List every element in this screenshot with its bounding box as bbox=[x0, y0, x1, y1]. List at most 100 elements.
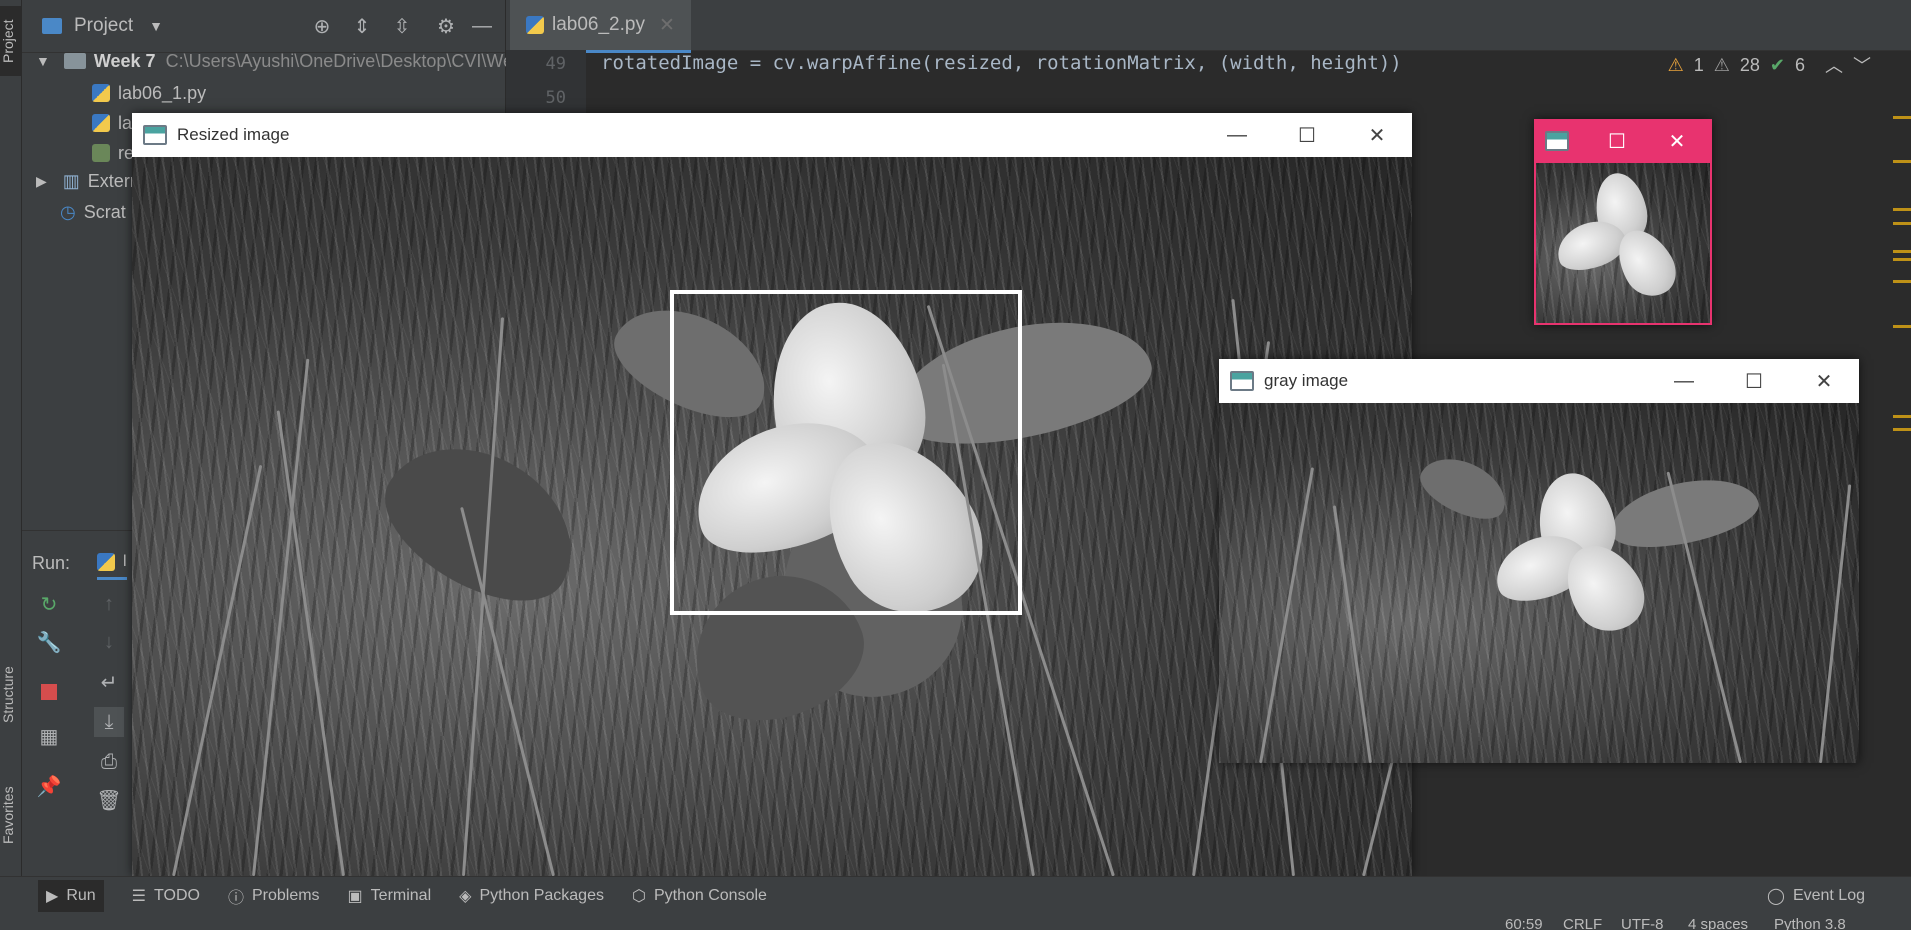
close-button[interactable]: ✕ bbox=[1642, 119, 1712, 163]
info-icon: ⓘ bbox=[227, 890, 244, 907]
pin-icon[interactable]: 📌 bbox=[34, 771, 64, 801]
event-log-label: Event Log bbox=[1792, 887, 1865, 904]
minimize-button[interactable]: — bbox=[1649, 359, 1719, 403]
chevron-up-icon[interactable]: ︿ bbox=[1825, 52, 1843, 78]
folder-icon bbox=[63, 53, 86, 69]
hide-icon[interactable]: — bbox=[469, 13, 495, 39]
python-file-icon bbox=[92, 84, 110, 102]
favorites-tool-tab[interactable]: Favorites bbox=[0, 770, 21, 860]
file-name: lab06_1.py bbox=[118, 82, 207, 103]
collapse-all-icon[interactable]: ⇳ bbox=[389, 13, 415, 39]
maximize-button[interactable]: ☐ bbox=[1272, 113, 1342, 157]
tree-file-2[interactable]: la bbox=[92, 108, 132, 138]
window-icon bbox=[1545, 131, 1569, 151]
line-number: 49 bbox=[545, 54, 566, 74]
window-title-bar[interactable]: gray image — ☐ ✕ bbox=[1219, 359, 1859, 403]
tab-terminal[interactable]: ▣ Terminal bbox=[348, 886, 432, 906]
library-icon: ▥ bbox=[62, 170, 80, 191]
tab-label: TODO bbox=[154, 887, 200, 904]
wrench-icon[interactable]: 🔧 bbox=[34, 627, 64, 657]
run-panel: Run: l ↻ 🔧 ▦ 📌 ↑ ↓ ↵ ⤓ ⎙ 🗑 bbox=[22, 530, 132, 877]
ok-count: 6 bbox=[1794, 54, 1805, 75]
python-file-icon bbox=[92, 114, 110, 132]
project-tool-tab[interactable]: Project bbox=[0, 6, 21, 76]
root-folder-path: C:\Users\Ayushi\OneDrive\Desktop\CVI\We bbox=[165, 50, 514, 71]
project-icon bbox=[42, 18, 62, 34]
python-icon: ⬡ bbox=[631, 888, 646, 905]
run-tab-label: l bbox=[123, 553, 127, 570]
arrow-up-icon[interactable]: ↑ bbox=[94, 589, 124, 619]
run-tab[interactable]: l bbox=[97, 547, 127, 580]
tab-label: Python Console bbox=[653, 887, 767, 904]
tree-root-week7[interactable]: ▼ Week 7 C:\Users\Ayushi\OneDrive\Deskto… bbox=[36, 46, 513, 76]
project-panel-title[interactable]: Project bbox=[74, 15, 133, 37]
tab-label: Problems bbox=[251, 887, 320, 904]
tab-label: Run bbox=[66, 887, 96, 904]
maximize-button[interactable]: ☐ bbox=[1592, 119, 1642, 163]
scroll-to-end-icon[interactable]: ⤓ bbox=[94, 707, 124, 737]
speech-bubble-icon: ◯ bbox=[1767, 888, 1785, 905]
gray-image-window[interactable]: gray image — ☐ ✕ bbox=[1219, 359, 1859, 763]
tree-scratches[interactable]: ◷ Scrat bbox=[60, 197, 126, 227]
python-file-icon bbox=[526, 16, 544, 34]
small-image-window[interactable]: ☐ ✕ bbox=[1534, 119, 1712, 325]
python-interpreter[interactable]: Python 3.8 bbox=[1774, 916, 1846, 930]
editor-tab-active[interactable]: lab06_2.py ✕ bbox=[510, 0, 691, 53]
tab-label: Python Packages bbox=[479, 887, 604, 904]
close-button[interactable]: ✕ bbox=[1789, 359, 1859, 403]
scratches-icon: ◷ bbox=[60, 201, 76, 222]
file-encoding[interactable]: UTF-8 bbox=[1621, 916, 1664, 930]
rerun-icon[interactable]: ↻ bbox=[34, 589, 64, 619]
window-title-bar[interactable]: Resized image — ☐ ✕ bbox=[132, 113, 1412, 157]
tree-external-libraries[interactable]: ▶ ▥ Extern bbox=[36, 166, 140, 196]
minimize-button[interactable]: — bbox=[1202, 113, 1272, 157]
tab-todo[interactable]: ☰ TODO bbox=[132, 886, 200, 906]
code-line[interactable]: rotatedImage = cv.warpAffine(resized, ro… bbox=[601, 52, 1402, 74]
file-name: la bbox=[118, 112, 133, 133]
tree-file-3[interactable]: re bbox=[92, 138, 134, 168]
tab-python-packages[interactable]: ◈ Python Packages bbox=[459, 886, 604, 906]
close-icon[interactable]: ✕ bbox=[659, 14, 675, 37]
maximize-button[interactable]: ☐ bbox=[1719, 359, 1789, 403]
tab-run[interactable]: ▶ Run bbox=[38, 880, 104, 912]
gray-image-canvas bbox=[1219, 403, 1859, 763]
stop-button[interactable] bbox=[34, 677, 64, 707]
window-icon bbox=[143, 125, 167, 145]
soft-wrap-icon[interactable]: ↵ bbox=[94, 667, 124, 697]
file-icon bbox=[92, 144, 110, 162]
tab-label: lab06_2.py bbox=[552, 14, 645, 35]
chevron-down-icon[interactable]: ▼ bbox=[36, 53, 50, 69]
window-title-bar[interactable]: ☐ ✕ bbox=[1534, 119, 1712, 163]
caret-position[interactable]: 60:59 bbox=[1505, 916, 1543, 930]
locate-icon[interactable]: ⊕ bbox=[309, 13, 335, 39]
layout-icon[interactable]: ▦ bbox=[34, 721, 64, 751]
print-icon[interactable]: ⎙ bbox=[94, 747, 124, 777]
inspection-widget[interactable]: ⚠ 1 ⚠ 28 ✔ 6 ︿ ﹀ bbox=[1668, 52, 1871, 78]
chevron-down-icon[interactable]: ﹀ bbox=[1853, 52, 1871, 78]
left-tool-stripe: Project Structure Favorites bbox=[0, 0, 22, 876]
layers-icon: ◈ bbox=[459, 888, 472, 905]
line-separator[interactable]: CRLF bbox=[1563, 916, 1602, 930]
arrow-down-icon[interactable]: ↓ bbox=[94, 627, 124, 657]
event-log-button[interactable]: ◯ Event Log bbox=[1767, 886, 1865, 906]
weak-warning-icon: ⚠ bbox=[1713, 54, 1730, 75]
chevron-down-icon[interactable]: ▼ bbox=[149, 18, 163, 34]
tree-file-lab06-1[interactable]: lab06_1.py bbox=[92, 78, 206, 108]
gear-icon[interactable]: ⚙ bbox=[433, 13, 459, 39]
expand-all-icon[interactable]: ⇕ bbox=[349, 13, 375, 39]
editor-tab-bar bbox=[506, 0, 1911, 51]
trash-icon[interactable]: 🗑 bbox=[94, 785, 124, 815]
indent-setting[interactable]: 4 spaces bbox=[1688, 916, 1748, 930]
warning-icon: ⚠ bbox=[1667, 54, 1684, 75]
close-button[interactable]: ✕ bbox=[1342, 113, 1412, 157]
structure-tool-tab[interactable]: Structure bbox=[0, 650, 21, 740]
tab-problems[interactable]: ⓘ Problems bbox=[228, 884, 320, 908]
tab-label: Terminal bbox=[370, 887, 432, 904]
line-number: 50 bbox=[545, 88, 566, 108]
error-stripe bbox=[1893, 0, 1911, 530]
chevron-right-icon[interactable]: ▶ bbox=[36, 173, 47, 190]
tab-python-console[interactable]: ⬡ Python Console bbox=[632, 886, 767, 906]
scratches-label: Scrat bbox=[83, 201, 126, 222]
check-icon: ✔ bbox=[1769, 54, 1785, 75]
play-icon: ▶ bbox=[46, 888, 59, 905]
